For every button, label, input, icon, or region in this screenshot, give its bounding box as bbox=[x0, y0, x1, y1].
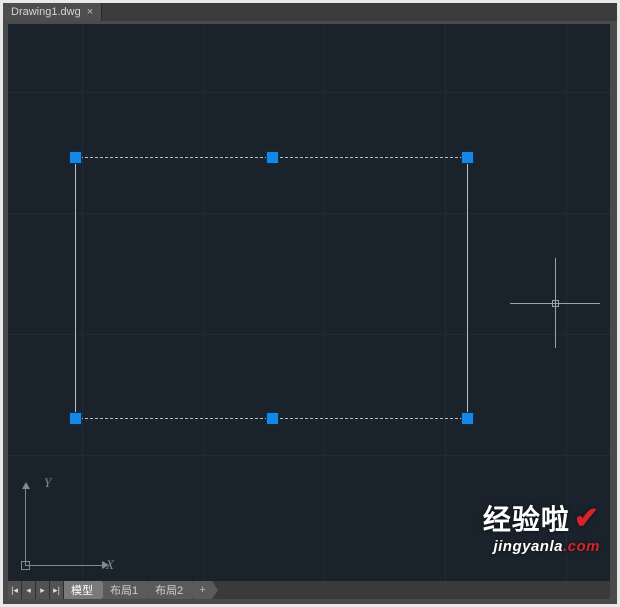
nav-last-icon: ▸| bbox=[53, 585, 60, 596]
app-frame: Drawing1.dwg × bbox=[0, 0, 620, 607]
grip-top-left[interactable] bbox=[70, 152, 81, 163]
tab-model[interactable]: 模型 bbox=[64, 581, 103, 599]
selected-rectangle[interactable] bbox=[75, 157, 468, 419]
nav-prev-icon: ◂ bbox=[26, 585, 31, 596]
grip-bottom-left[interactable] bbox=[70, 413, 81, 424]
close-icon[interactable]: × bbox=[87, 7, 93, 18]
file-tab[interactable]: Drawing1.dwg × bbox=[3, 3, 102, 21]
check-icon: ✔ bbox=[574, 501, 600, 536]
grid-line bbox=[8, 455, 610, 456]
ucs-x-label: X bbox=[106, 557, 114, 573]
layout-tab-label: 布局2 bbox=[155, 582, 183, 598]
watermark-text: 经验啦 bbox=[483, 498, 570, 538]
rect-edge-right[interactable] bbox=[467, 157, 468, 419]
nav-first-button[interactable]: |◂ bbox=[8, 581, 22, 599]
nav-first-icon: |◂ bbox=[11, 585, 18, 596]
nav-last-button[interactable]: ▸| bbox=[50, 581, 64, 599]
ucs-icon: X Y bbox=[18, 473, 118, 573]
drawing-canvas[interactable]: X Y 经验啦 ✔ jingyanla.com bbox=[8, 24, 610, 581]
grip-bottom-middle[interactable] bbox=[267, 413, 278, 424]
nav-next-icon: ▸ bbox=[40, 585, 45, 596]
grip-bottom-right[interactable] bbox=[462, 413, 473, 424]
file-tab-bar: Drawing1.dwg × bbox=[3, 3, 617, 21]
tab-layout1[interactable]: 布局1 bbox=[103, 581, 148, 599]
nav-next-button[interactable]: ▸ bbox=[36, 581, 50, 599]
layout-tab-label: 布局1 bbox=[110, 582, 138, 598]
grid-line bbox=[566, 24, 567, 581]
plus-icon: + bbox=[199, 584, 205, 596]
rect-edge-left[interactable] bbox=[75, 157, 76, 419]
tab-layout2[interactable]: 布局2 bbox=[148, 581, 193, 599]
grip-top-middle[interactable] bbox=[267, 152, 278, 163]
tab-add[interactable]: + bbox=[193, 581, 212, 599]
layout-tab-label: 模型 bbox=[71, 582, 93, 598]
watermark: 经验啦 ✔ jingyanla.com bbox=[483, 498, 600, 555]
grip-top-right[interactable] bbox=[462, 152, 473, 163]
app-inner: Drawing1.dwg × bbox=[3, 3, 617, 604]
watermark-sub-accent: .com bbox=[563, 538, 600, 555]
grid-line bbox=[8, 92, 610, 93]
ucs-y-label: Y bbox=[44, 475, 51, 491]
layout-tab-bar: |◂ ◂ ▸ ▸| 模型 布局1 布局2 + bbox=[8, 581, 610, 599]
nav-prev-button[interactable]: ◂ bbox=[22, 581, 36, 599]
watermark-sub: jingyanla bbox=[493, 538, 563, 555]
file-tab-label: Drawing1.dwg bbox=[11, 6, 81, 18]
